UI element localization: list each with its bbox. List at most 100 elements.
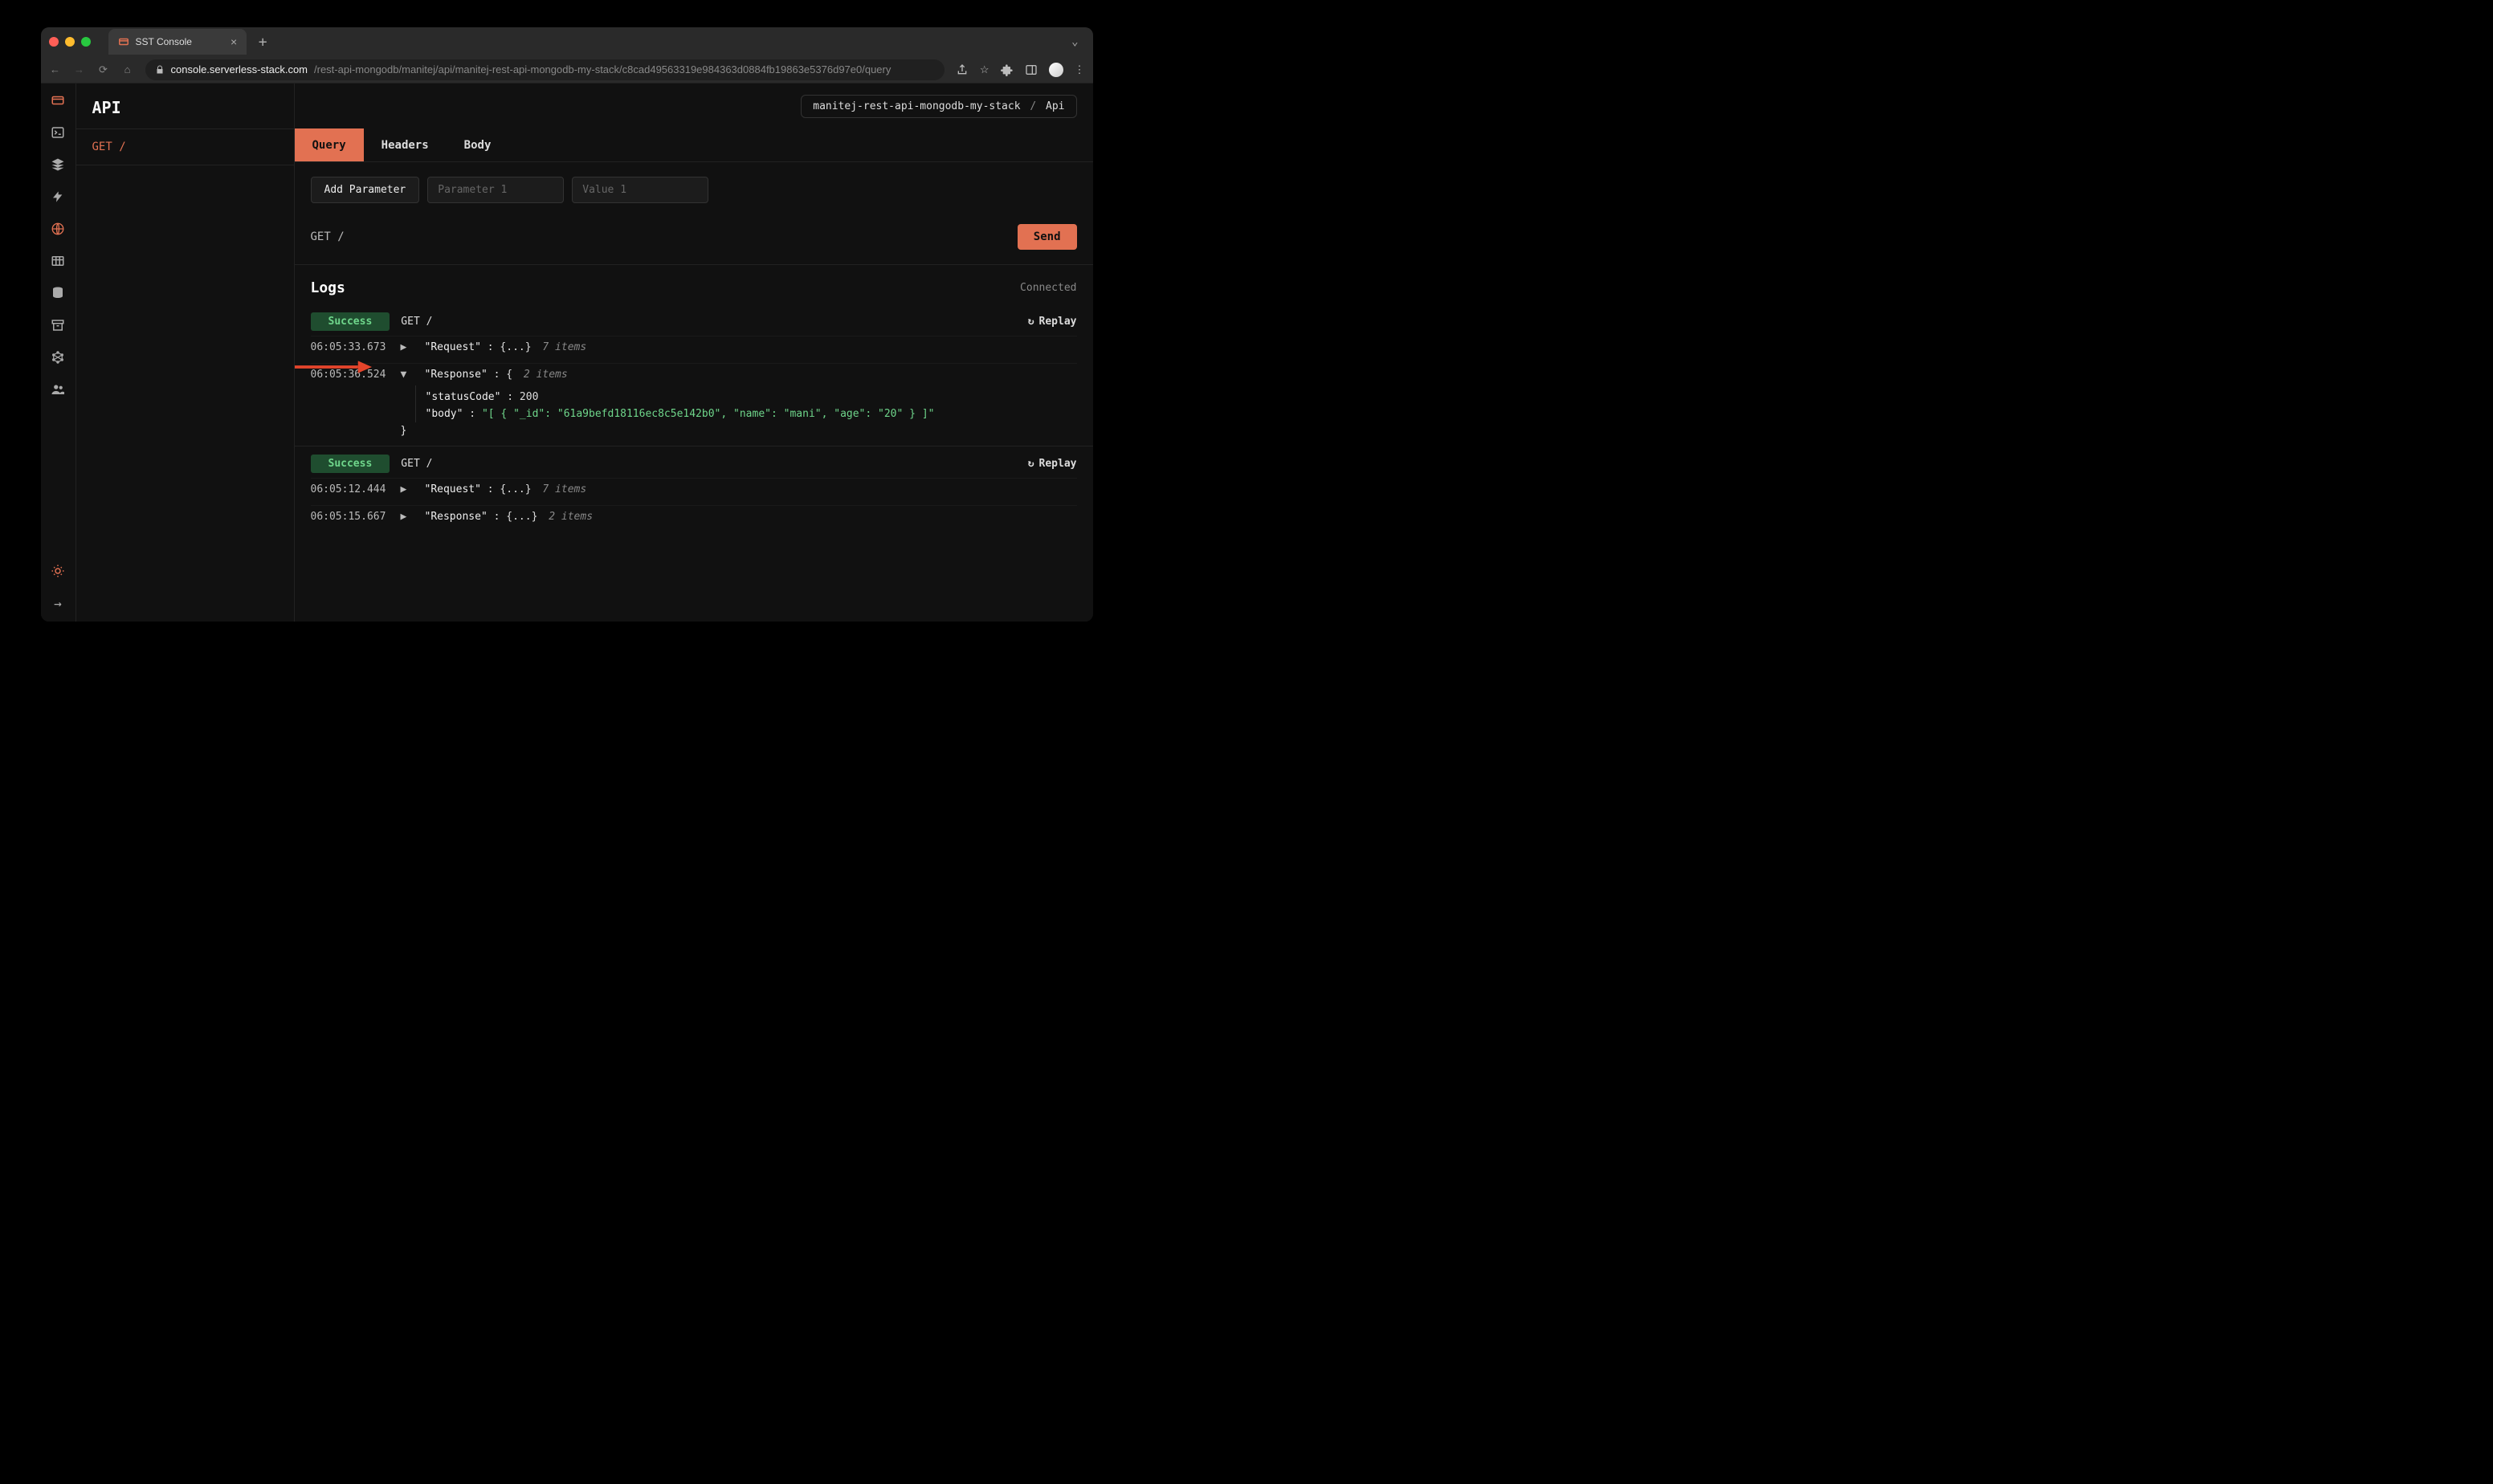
timestamp: 06:05:12.444 <box>311 483 385 495</box>
browser-tabbar: SST Console × + ⌄ <box>41 27 1093 56</box>
expand-icon[interactable]: ▶ <box>401 483 409 495</box>
log-path: GET / <box>401 458 432 470</box>
collapse-icon[interactable]: ▼ <box>401 369 409 381</box>
log-row-request: 06:05:12.444 ▶ Request : {...} 7 items <box>311 478 1077 500</box>
main-header: manitej-rest-api-mongodb-my-stack / Api <box>295 84 1093 128</box>
json-close-brace: } <box>401 422 1077 439</box>
browser-actions: ☆ ⋮ <box>956 63 1085 77</box>
users-icon[interactable] <box>51 382 65 397</box>
log-row-response: 06:05:36.524 ▼ Response : { 2 items <box>311 363 1077 385</box>
sun-icon[interactable] <box>51 564 65 578</box>
tab-query[interactable]: Query <box>295 128 364 161</box>
table-icon[interactable] <box>51 254 65 268</box>
json-line: Request : {...} 7 items <box>425 483 587 495</box>
json-line: Request : {...} 7 items <box>425 341 587 353</box>
bookmark-icon[interactable]: ☆ <box>980 63 989 76</box>
back-icon[interactable]: ← <box>49 63 62 75</box>
timestamp: 06:05:15.667 <box>311 511 385 523</box>
json-key: statusCode <box>426 391 501 403</box>
send-row: GET / Send <box>295 218 1093 265</box>
panel-title: API <box>76 84 294 129</box>
app-root: → API GET / manitej-rest-api-mongodb-my-… <box>41 84 1093 622</box>
sst-logo-icon[interactable] <box>51 93 65 108</box>
json-value: 200 <box>520 391 538 403</box>
graphql-icon[interactable] <box>51 350 65 365</box>
json-line: Response : { 2 items <box>425 369 568 381</box>
log-entry: Success GET / ↻ Replay 06:05:33.673 ▶ Re… <box>295 304 1093 446</box>
tab-body[interactable]: Body <box>447 128 509 161</box>
browser-tab-title: SST Console <box>136 36 192 47</box>
json-line: Response : {...} 2 items <box>425 511 594 523</box>
replay-label: Replay <box>1039 458 1077 470</box>
request-tabs: Query Headers Body <box>295 128 1093 162</box>
breadcrumb-resource: Api <box>1046 100 1064 112</box>
window-controls <box>49 37 91 47</box>
icon-rail: → <box>41 84 76 622</box>
extensions-icon[interactable] <box>1001 63 1014 76</box>
timestamp: 06:05:33.673 <box>311 341 385 353</box>
endpoint-item[interactable]: GET / <box>76 129 294 165</box>
main-panel: manitej-rest-api-mongodb-my-stack / Api … <box>295 84 1093 622</box>
sst-favicon-icon <box>118 36 129 47</box>
logs-title: Logs <box>311 279 345 296</box>
replay-icon: ↻ <box>1028 316 1034 328</box>
expand-icon[interactable]: ▶ <box>401 511 409 523</box>
share-icon[interactable] <box>956 63 969 76</box>
lock-icon <box>155 65 165 75</box>
reload-icon[interactable]: ⟳ <box>97 63 110 76</box>
endpoints-panel: API GET / <box>76 84 295 622</box>
home-icon[interactable]: ⌂ <box>121 63 134 75</box>
breadcrumb-stack: manitej-rest-api-mongodb-my-stack <box>813 100 1020 112</box>
add-parameter-button[interactable]: Add Parameter <box>311 177 420 203</box>
tab-headers[interactable]: Headers <box>364 128 447 161</box>
archive-icon[interactable] <box>51 318 65 332</box>
browser-toolbar: ← → ⟳ ⌂ console.serverless-stack.com/res… <box>41 56 1093 84</box>
status-badge: Success <box>311 312 390 331</box>
replay-button[interactable]: ↻ Replay <box>1028 458 1077 470</box>
json-key: body <box>426 408 463 420</box>
new-tab-button[interactable]: + <box>253 34 272 51</box>
status-badge: Success <box>311 455 390 473</box>
tabs-menu-icon[interactable]: ⌄ <box>1065 35 1084 48</box>
param-value-input[interactable] <box>572 177 708 203</box>
menu-icon[interactable]: ⋮ <box>1075 63 1085 76</box>
bolt-icon[interactable] <box>51 190 65 204</box>
annotation-arrow-icon <box>295 361 372 373</box>
connection-status: Connected <box>1020 282 1076 294</box>
breadcrumb-sep: / <box>1030 100 1036 112</box>
parameter-row: Add Parameter <box>295 162 1093 218</box>
minimize-window-button[interactable] <box>65 37 75 47</box>
endpoint-path: / <box>119 141 125 153</box>
log-row-request: 06:05:33.673 ▶ Request : {...} 7 items <box>311 336 1077 358</box>
url-host: console.serverless-stack.com <box>171 63 308 75</box>
send-button[interactable]: Send <box>1018 224 1077 250</box>
forward-icon[interactable]: → <box>73 63 86 75</box>
log-row-response: 06:05:15.667 ▶ Response : {...} 2 items <box>311 505 1077 528</box>
replay-button[interactable]: ↻ Replay <box>1028 316 1077 328</box>
expand-icon[interactable]: ▶ <box>401 341 409 353</box>
logs-header: Logs Connected <box>295 265 1093 304</box>
param-key-input[interactable] <box>427 177 564 203</box>
endpoint-method: GET <box>92 141 112 153</box>
url-path: /rest-api-mongodb/manitej/api/manitej-re… <box>314 63 891 75</box>
database-icon[interactable] <box>51 286 65 300</box>
globe-icon[interactable] <box>51 222 65 236</box>
browser-tab[interactable]: SST Console × <box>108 29 247 55</box>
address-bar[interactable]: console.serverless-stack.com/rest-api-mo… <box>145 59 945 80</box>
side-panel-icon[interactable] <box>1025 63 1038 76</box>
close-tab-icon[interactable]: × <box>231 35 237 48</box>
close-window-button[interactable] <box>49 37 59 47</box>
response-body: statusCode : 200 body : "[ { "_id": "61a… <box>415 385 1077 422</box>
json-value: "[ { "_id": "61a9befd18116ec8c5e142b0", … <box>482 408 935 420</box>
terminal-icon[interactable] <box>51 125 65 140</box>
maximize-window-button[interactable] <box>81 37 91 47</box>
replay-icon: ↻ <box>1028 458 1034 470</box>
layers-icon[interactable] <box>51 157 65 172</box>
collapse-icon[interactable]: → <box>51 596 65 610</box>
browser-window: SST Console × + ⌄ ← → ⟳ ⌂ console.server… <box>41 27 1093 622</box>
request-display: GET / <box>311 230 345 243</box>
log-entry: Success GET / ↻ Replay 06:05:12.444 ▶ Re… <box>295 446 1093 534</box>
replay-label: Replay <box>1039 316 1077 328</box>
breadcrumb[interactable]: manitej-rest-api-mongodb-my-stack / Api <box>801 95 1076 118</box>
profile-avatar[interactable] <box>1049 63 1063 77</box>
